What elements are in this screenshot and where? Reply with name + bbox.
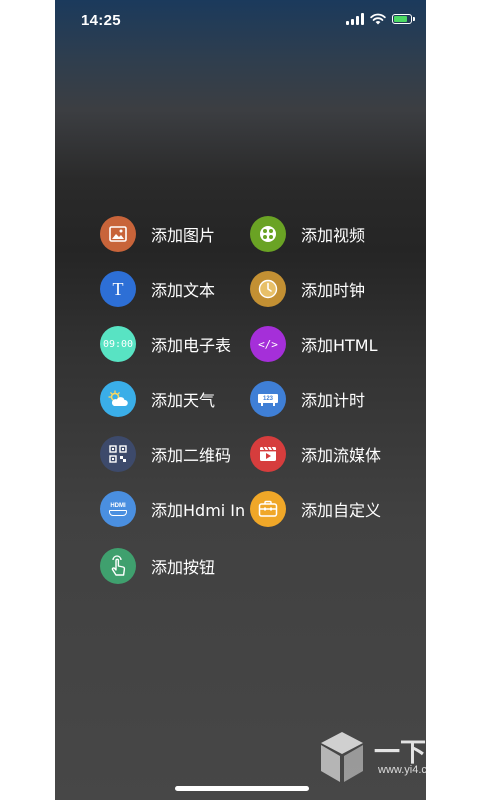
- add-weather-label: 添加天气: [151, 391, 216, 410]
- add-custom-button[interactable]: 添加自定义: [250, 491, 381, 527]
- text-icon: T: [100, 271, 136, 307]
- add-image-label: 添加图片: [151, 226, 216, 245]
- add-stream-button[interactable]: 添加流媒体: [250, 436, 381, 472]
- qr-code-icon: [100, 436, 136, 472]
- timer-icon: 123: [250, 381, 286, 417]
- add-hdmi-in-button[interactable]: HDMI 添加Hdmi In: [100, 491, 245, 527]
- add-custom-label: 添加自定义: [301, 501, 382, 520]
- add-digital-clock-label: 添加电子表: [151, 336, 232, 355]
- toolbox-icon: [250, 491, 286, 527]
- add-button-button[interactable]: 添加按钮: [100, 548, 215, 584]
- signal-icon: [346, 13, 364, 25]
- wifi-icon: [370, 13, 386, 25]
- add-video-button[interactable]: 添加视频: [250, 216, 365, 252]
- battery-icon: [392, 14, 415, 24]
- home-indicator[interactable]: [175, 786, 309, 791]
- weather-icon: [100, 381, 136, 417]
- add-stream-label: 添加流媒体: [301, 446, 382, 465]
- add-button-label: 添加按钮: [151, 558, 216, 577]
- add-text-label: 添加文本: [151, 281, 216, 300]
- hdmi-icon: HDMI: [100, 491, 136, 527]
- add-html-label: 添加HTML: [301, 336, 378, 355]
- phone-screen: 14:25 添加图片 添加视频 T 添加文本 添加时钟 09:00 添加电子表 …: [55, 0, 426, 800]
- watermark: 一下载 www.yi4.com: [318, 730, 480, 790]
- status-bar: 14:25: [55, 0, 426, 44]
- touch-icon: [100, 548, 136, 584]
- add-timer-label: 添加计时: [301, 391, 366, 410]
- add-hdmi-in-label: 添加Hdmi In: [151, 501, 246, 520]
- add-video-label: 添加视频: [301, 226, 366, 245]
- add-qr-code-label: 添加二维码: [151, 446, 232, 465]
- clock-icon: [250, 271, 286, 307]
- digital-clock-icon: 09:00: [100, 326, 136, 362]
- add-clock-button[interactable]: 添加时钟: [250, 271, 365, 307]
- add-timer-button[interactable]: 123 添加计时: [250, 381, 365, 417]
- add-clock-label: 添加时钟: [301, 281, 366, 300]
- cube-logo-icon: [321, 732, 363, 782]
- add-image-button[interactable]: 添加图片: [100, 216, 215, 252]
- watermark-url: www.yi4.com: [378, 764, 443, 776]
- stream-icon: [250, 436, 286, 472]
- add-digital-clock-button[interactable]: 09:00 添加电子表: [100, 326, 231, 362]
- image-icon: [100, 216, 136, 252]
- add-weather-button[interactable]: 添加天气: [100, 381, 215, 417]
- add-qr-code-button[interactable]: 添加二维码: [100, 436, 231, 472]
- status-time: 14:25: [81, 12, 121, 29]
- code-icon: </>: [250, 326, 286, 362]
- add-html-button[interactable]: </> 添加HTML: [250, 326, 378, 362]
- status-icons: [346, 13, 415, 25]
- add-text-button[interactable]: T 添加文本: [100, 271, 215, 307]
- video-icon: [250, 216, 286, 252]
